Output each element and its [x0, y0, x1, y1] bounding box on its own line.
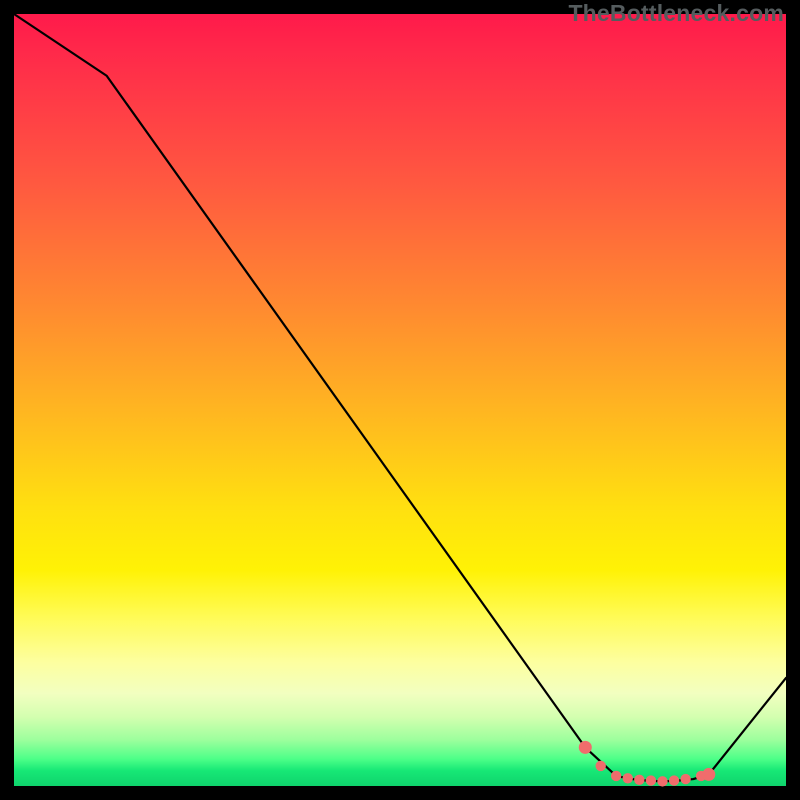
- bottleneck-marker: [657, 776, 667, 786]
- bottleneck-marker: [623, 773, 633, 783]
- bottleneck-line: [14, 14, 786, 781]
- bottleneck-marker: [646, 775, 656, 785]
- bottleneck-marker: [702, 768, 715, 781]
- bottleneck-marker: [680, 774, 690, 784]
- bottleneck-marker: [634, 775, 644, 785]
- bottleneck-marker: [669, 775, 679, 785]
- bottleneck-marker: [579, 741, 592, 754]
- bottleneck-marker: [596, 761, 606, 771]
- bottleneck-marker: [611, 771, 621, 781]
- chart-frame: TheBottleneck.com: [0, 0, 800, 800]
- chart-svg: [14, 14, 786, 786]
- watermark-text: TheBottleneck.com: [568, 0, 784, 27]
- bottleneck-line-group: [14, 14, 786, 781]
